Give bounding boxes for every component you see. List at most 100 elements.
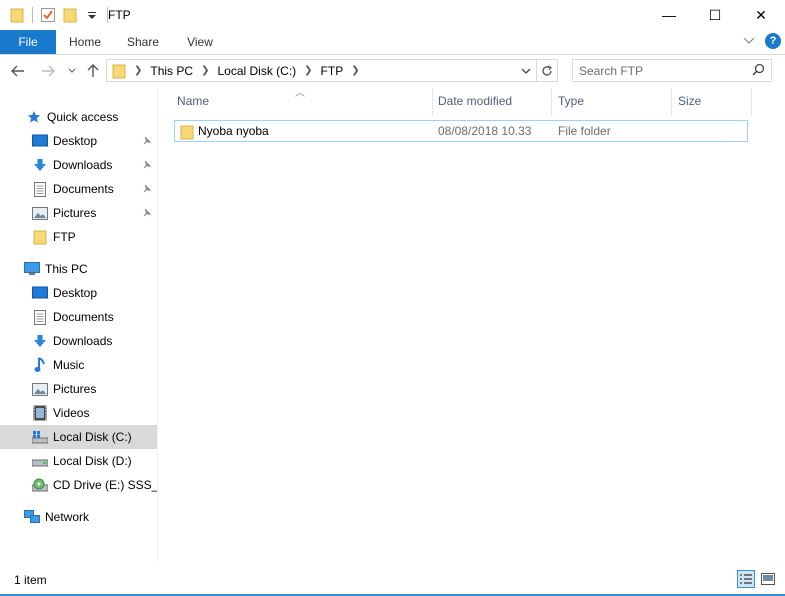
expand-ribbon-icon[interactable] bbox=[743, 34, 755, 48]
pin-icon[interactable] bbox=[142, 183, 152, 197]
large-icons-view-icon bbox=[761, 573, 775, 585]
up-button[interactable] bbox=[83, 60, 103, 82]
breadcrumb-this-pc[interactable]: This PC bbox=[150, 60, 193, 81]
search-box[interactable]: Search FTP bbox=[572, 59, 772, 82]
nav-network[interactable]: Network bbox=[0, 505, 157, 529]
refresh-icon bbox=[542, 64, 552, 76]
downloads-icon bbox=[32, 333, 48, 349]
nav-pc-local-disk-d[interactable]: Local Disk (D:) bbox=[0, 449, 157, 473]
network-icon bbox=[24, 509, 40, 525]
properties-icon[interactable] bbox=[37, 5, 59, 25]
column-header-label: Size bbox=[678, 94, 702, 108]
column-header-label: Type bbox=[558, 94, 585, 108]
nav-label: Downloads bbox=[53, 334, 113, 348]
column-header-name[interactable]: Name bbox=[171, 87, 433, 115]
nav-label: CD Drive (E:) SSS_X6 bbox=[53, 478, 158, 492]
nav-this-pc[interactable]: This PC bbox=[0, 257, 157, 281]
nav-pc-downloads[interactable]: Downloads bbox=[0, 329, 157, 353]
nav-qa-pictures[interactable]: Pictures bbox=[0, 201, 157, 225]
nav-label: Quick access bbox=[47, 110, 119, 124]
nav-label: This PC bbox=[45, 262, 88, 276]
recent-locations-button[interactable] bbox=[62, 60, 82, 82]
downloads-icon bbox=[32, 157, 48, 173]
close-button[interactable]: ✕ bbox=[738, 0, 784, 30]
nav-quick-access[interactable]: Quick access bbox=[0, 105, 157, 129]
pin-icon[interactable] bbox=[142, 135, 152, 149]
nav-label: Documents bbox=[53, 182, 114, 196]
customize-toolbar-icon[interactable] bbox=[81, 5, 103, 25]
nav-pc-local-disk-c[interactable]: Local Disk (C:) bbox=[0, 425, 157, 449]
chevron-down-icon bbox=[521, 68, 531, 74]
desktop-icon bbox=[32, 285, 48, 301]
title-bar: FTP — ☐ ✕ bbox=[0, 0, 785, 30]
breadcrumb-chevron-icon: ❯ bbox=[134, 65, 143, 76]
videos-icon bbox=[32, 405, 48, 421]
refresh-button[interactable] bbox=[537, 64, 557, 77]
nav-qa-documents[interactable]: Documents bbox=[0, 177, 157, 201]
nav-pc-documents[interactable]: Documents bbox=[0, 305, 157, 329]
back-button[interactable] bbox=[8, 60, 28, 82]
nav-qa-ftp[interactable]: FTP bbox=[0, 225, 157, 249]
nav-pc-desktop[interactable]: Desktop bbox=[0, 281, 157, 305]
pictures-icon bbox=[32, 381, 48, 397]
forward-arrow-icon bbox=[42, 65, 55, 77]
nav-qa-downloads[interactable]: Downloads bbox=[0, 153, 157, 177]
address-bar[interactable]: ❯ This PC ❯ Local Disk (C:) ❯ FTP ❯ bbox=[106, 59, 558, 82]
navigation-pane: Quick access Desktop Downloads Documents… bbox=[0, 87, 158, 562]
tab-view[interactable]: View bbox=[175, 30, 225, 54]
breadcrumb-chevron-icon[interactable]: ❯ bbox=[201, 65, 209, 76]
nav-pc-cd-drive[interactable]: CD Drive (E:) SSS_X6 bbox=[0, 473, 157, 497]
large-icons-view-button[interactable] bbox=[759, 570, 777, 588]
nav-pc-videos[interactable]: Videos bbox=[0, 401, 157, 425]
ribbon: File Home Share View ? bbox=[0, 30, 785, 55]
nav-label: Pictures bbox=[53, 206, 97, 220]
item-count: 1 item bbox=[14, 573, 47, 587]
file-type: File folder bbox=[558, 124, 611, 138]
file-list: ︿ Name Date modified Type Size Nyoba nyo… bbox=[159, 87, 785, 562]
window-title: FTP bbox=[108, 8, 131, 22]
drive-c-icon bbox=[32, 429, 48, 445]
nav-label: FTP bbox=[53, 230, 76, 244]
details-view-button[interactable] bbox=[737, 570, 755, 588]
drive-d-icon bbox=[32, 453, 48, 469]
nav-label: Local Disk (C:) bbox=[53, 430, 132, 444]
details-view-icon bbox=[740, 574, 752, 584]
forward-button[interactable] bbox=[38, 60, 58, 82]
nav-label: Downloads bbox=[53, 158, 113, 172]
column-header-type[interactable]: Type bbox=[552, 87, 672, 115]
breadcrumb-chevron-icon[interactable]: ❯ bbox=[304, 65, 312, 76]
search-icon[interactable] bbox=[752, 63, 765, 79]
chevron-down-icon bbox=[68, 68, 76, 73]
breadcrumb-ftp[interactable]: FTP bbox=[321, 60, 344, 81]
pin-icon[interactable] bbox=[142, 159, 152, 173]
search-input[interactable]: Search FTP bbox=[579, 64, 643, 78]
folder-icon bbox=[6, 5, 28, 25]
tab-share[interactable]: Share bbox=[118, 30, 168, 54]
nav-pc-music[interactable]: Music bbox=[0, 353, 157, 377]
nav-pc-pictures[interactable]: Pictures bbox=[0, 377, 157, 401]
minimize-button[interactable]: — bbox=[646, 0, 692, 30]
nav-label: Videos bbox=[53, 406, 90, 420]
computer-icon bbox=[24, 261, 40, 277]
pictures-icon bbox=[32, 205, 48, 221]
pin-icon[interactable] bbox=[142, 207, 152, 221]
column-header-size[interactable]: Size bbox=[672, 87, 752, 115]
tab-home[interactable]: Home bbox=[60, 30, 110, 54]
maximize-button[interactable]: ☐ bbox=[692, 0, 738, 30]
tab-file[interactable]: File bbox=[0, 30, 56, 54]
status-bar: 1 item bbox=[0, 566, 785, 594]
breadcrumb-chevron-icon[interactable]: ❯ bbox=[351, 65, 359, 76]
breadcrumb-local-disk-c[interactable]: Local Disk (C:) bbox=[217, 60, 296, 81]
column-header-date-modified[interactable]: Date modified bbox=[432, 87, 552, 115]
music-icon bbox=[32, 357, 48, 373]
address-history-button[interactable] bbox=[516, 68, 536, 74]
toolbar-divider bbox=[32, 7, 33, 23]
back-arrow-icon bbox=[11, 65, 24, 77]
help-icon[interactable]: ? bbox=[765, 33, 781, 49]
folder-icon bbox=[180, 124, 194, 143]
file-row[interactable]: Nyoba nyoba 08/08/2018 10.33 File folder bbox=[174, 120, 748, 142]
nav-qa-desktop[interactable]: Desktop bbox=[0, 129, 157, 153]
new-folder-icon[interactable] bbox=[59, 5, 81, 25]
folder-icon bbox=[32, 229, 48, 245]
navigation-bar: ❯ This PC ❯ Local Disk (C:) ❯ FTP ❯ Sear… bbox=[0, 56, 785, 86]
